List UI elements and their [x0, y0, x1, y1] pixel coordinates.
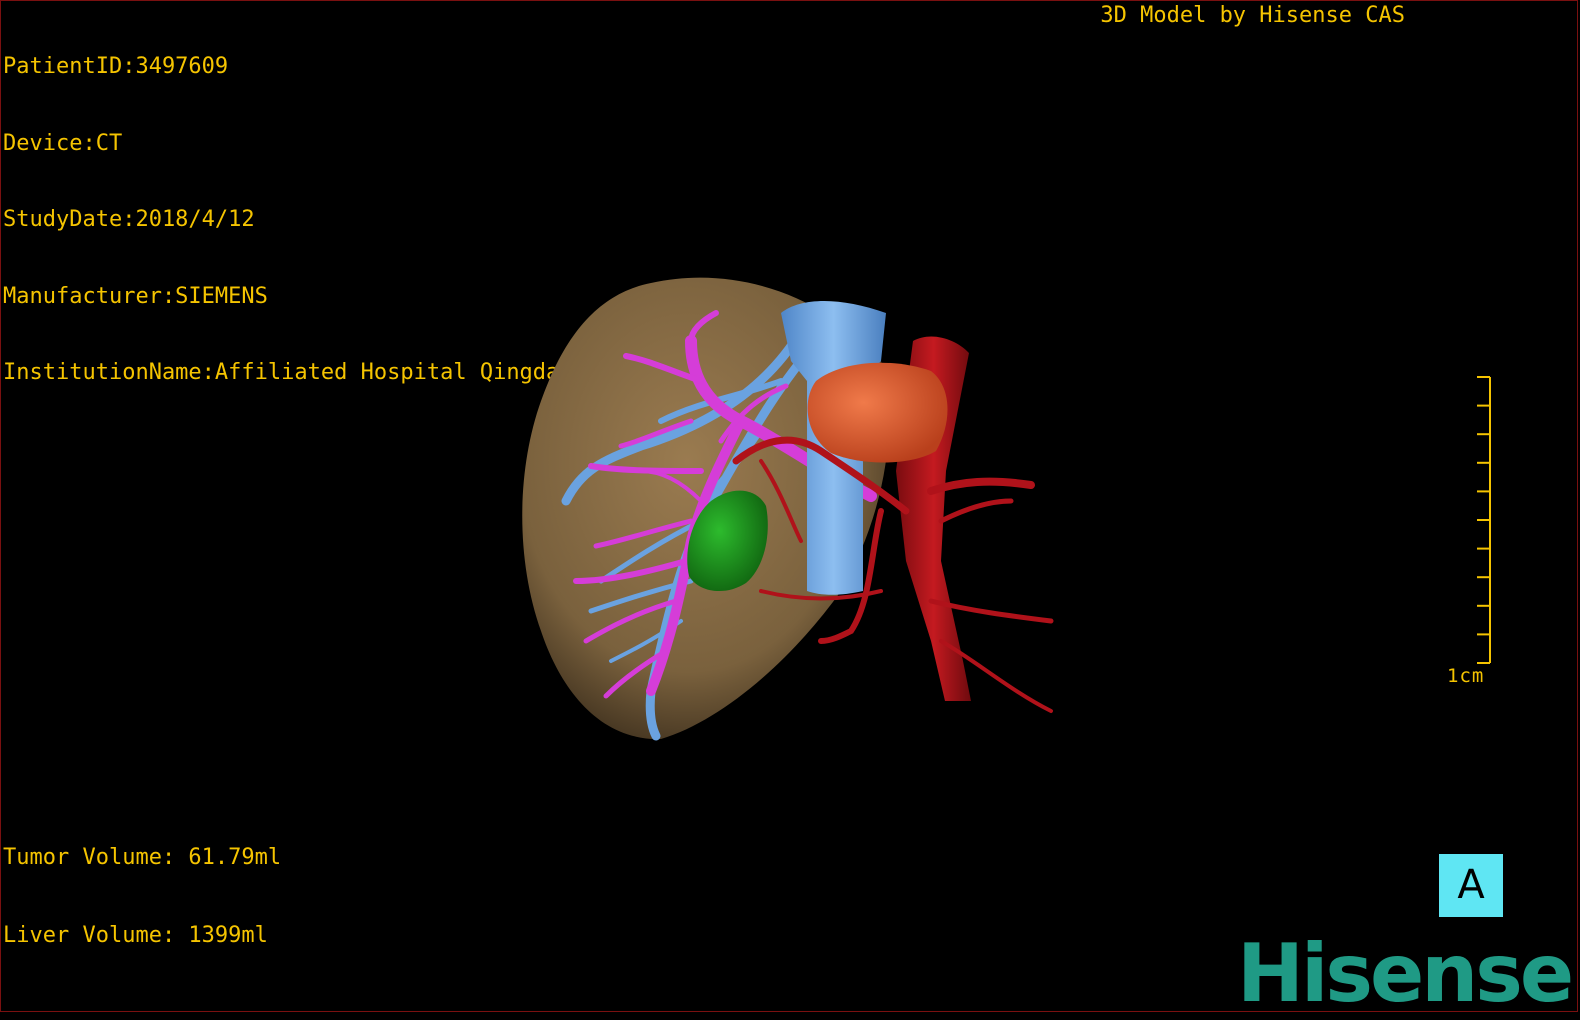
volume-readout: Tumor Volume: 61.79ml Liver Volume: 1399… — [3, 793, 281, 1001]
scale-bar-label: 1cm — [1447, 665, 1485, 687]
scale-bar — [1477, 376, 1491, 664]
tumor-volume-text: Tumor Volume: 61.79ml — [3, 845, 282, 870]
orientation-marker[interactable]: A — [1439, 854, 1503, 917]
tumor — [807, 362, 948, 463]
3d-viewport[interactable]: PatientID:3497609 Device:CT StudyDate:20… — [0, 0, 1578, 1012]
liver-volume-text: Liver Volume: 1399ml — [3, 923, 268, 948]
hisense-logo: Hisense — [1237, 927, 1574, 1012]
